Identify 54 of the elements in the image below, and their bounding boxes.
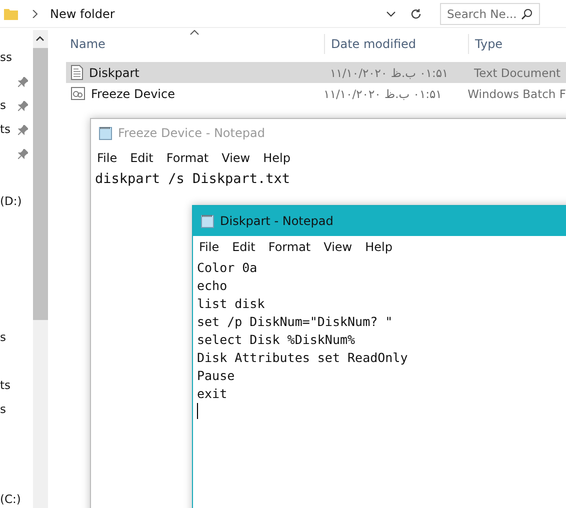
notepad-icon [99,126,112,140]
text-line: set /p DiskNum="DiskNum? " [197,313,394,331]
menu-item[interactable]: Format [268,240,311,254]
text-line: Pause [197,367,236,385]
chevron-right-icon [32,10,38,18]
menu-item[interactable]: View [324,240,352,254]
menu-item[interactable]: File [199,240,220,254]
sidebar-item[interactable]: s [0,330,6,344]
file-type: Windows Batch F [466,86,566,102]
refresh-icon[interactable] [410,8,422,20]
sidebar-item[interactable]: ts [0,378,11,392]
text-area[interactable]: Color 0a echo list disk set /p DiskNum="DiskNum? " select Disk %DiskNum% Disk Attributes set ReadOnly Pause exit [193,257,566,421]
text-line: echo [197,277,228,295]
sidebar-item[interactable]: (C:) [0,492,21,506]
text-line: diskpart /s Diskpart.txt [95,170,292,188]
text-line: Disk Attributes set ReadOnly [197,349,409,367]
notepad-icon [201,214,214,228]
file-type: Text Document [473,64,560,82]
column-header[interactable]: Type [468,34,503,54]
sidebar-item[interactable]: ss [0,50,12,64]
folder-icon [4,8,18,20]
menu-item[interactable]: File [97,150,118,164]
gear-file-icon [71,87,85,100]
file-name: Diskpart [89,66,140,80]
text-line: list disk [197,295,266,313]
text-line: select Disk %DiskNum% [197,331,356,349]
text-area[interactable]: diskpart /s Diskpart.txt [91,168,566,190]
sidebar-item[interactable]: s [0,98,6,112]
chevron-down-icon[interactable] [386,10,396,16]
sort-caret-icon [190,30,199,35]
scrollbar[interactable] [33,30,48,508]
file-date: ۰۱:۵۱ ب.ظ ۱۱/۱۰/۲۰۲۰ [322,86,443,102]
column-header[interactable]: Date modified [324,34,468,54]
sidebar-item[interactable]: ts [0,122,11,136]
text-file-icon [71,65,83,80]
menu-item[interactable]: Help [263,150,290,164]
sidebar-item[interactable]: (D:) [0,194,22,208]
menu-item[interactable]: Help [365,240,392,254]
column-header[interactable]: Name [62,37,324,51]
menu-item[interactable]: Format [166,150,209,164]
address-path[interactable]: New folder [50,6,380,20]
text-line: Color 0a [197,259,258,277]
file-date: ۰۱:۵۱ ب.ظ ۱۱/۱۰/۲۰۲۰ [329,64,450,82]
menu-item[interactable]: Edit [232,240,256,254]
text-line: exit [197,385,228,403]
search-icon [521,8,533,20]
window-title: Freeze Device - Notepad [118,126,265,140]
menu-item[interactable]: View [222,150,250,164]
search-field[interactable]: Search Ne... [440,2,540,24]
file-name: Freeze Device [91,86,175,100]
sidebar-item[interactable]: s [0,402,6,416]
window-title: Diskpart - Notepad [220,214,334,228]
menu-item[interactable]: Edit [130,150,154,164]
scroll-up-icon[interactable] [36,36,44,41]
